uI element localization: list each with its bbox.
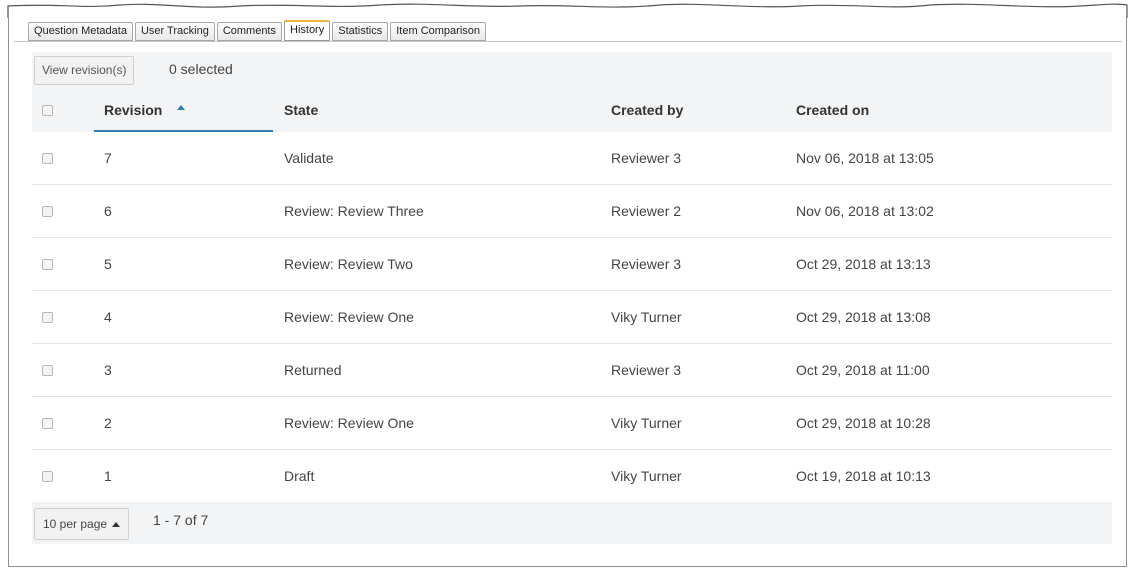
- cell-state: Draft: [284, 468, 315, 484]
- table-row[interactable]: 3 Returned Reviewer 3 Oct 29, 2018 at 11:00: [32, 344, 1112, 397]
- tab-history[interactable]: History: [284, 20, 331, 41]
- history-panel: View revision(s) 0 selected Revision Sta…: [32, 52, 1112, 544]
- table-header: Revision State Created by Created on: [32, 89, 1112, 132]
- table-row[interactable]: 1 Draft Viky Turner Oct 19, 2018 at 10:13: [32, 450, 1112, 503]
- cell-state: Review: Review Three: [284, 203, 424, 219]
- cell-created-by: Reviewer 3: [611, 362, 682, 378]
- pagination-range: 1 - 7 of 7: [153, 512, 209, 528]
- tab-comments[interactable]: Comments: [216, 22, 282, 41]
- row-checkbox[interactable]: [42, 206, 53, 217]
- cell-state: Review: Review One: [284, 309, 414, 325]
- row-checkbox[interactable]: [42, 312, 53, 323]
- cell-created-by: Reviewer 3: [611, 150, 682, 166]
- cell-revision: 6: [104, 203, 112, 219]
- tab-statistics[interactable]: Statistics: [332, 22, 389, 41]
- sort-ascending-icon: [177, 105, 185, 110]
- caret-up-icon: [112, 522, 121, 528]
- cell-created-by: Viky Turner: [611, 309, 682, 325]
- cell-state: Review: Review One: [284, 415, 414, 431]
- cell-created-on: Oct 29, 2018 at 10:28: [796, 415, 931, 431]
- cell-created-on: Nov 06, 2018 at 13:02: [796, 203, 934, 219]
- cell-state: Validate: [284, 150, 334, 166]
- tab-divider: [14, 41, 1122, 42]
- column-header-state[interactable]: State: [284, 89, 318, 132]
- cell-revision: 1: [104, 468, 112, 484]
- cell-created-on: Nov 06, 2018 at 13:05: [796, 150, 934, 166]
- select-all-checkbox[interactable]: [42, 105, 53, 116]
- cell-created-by: Viky Turner: [611, 468, 682, 484]
- tab-user-tracking[interactable]: User Tracking: [134, 22, 215, 41]
- column-header-revision[interactable]: Revision: [104, 89, 162, 132]
- selected-count: 0 selected: [169, 61, 233, 77]
- table-row[interactable]: 5 Review: Review Two Reviewer 3 Oct 29, 201…: [32, 238, 1112, 291]
- column-header-created-on[interactable]: Created on: [796, 89, 869, 132]
- table-row[interactable]: 6 Review: Review Three Reviewer 2 Nov 06, 2…: [32, 185, 1112, 238]
- table-row[interactable]: 2 Review: Review One Viky Turner Oct 29, 20…: [32, 397, 1112, 450]
- cell-created-on: Oct 29, 2018 at 11:00: [796, 362, 930, 378]
- view-revisions-button[interactable]: View revision(s): [34, 56, 135, 85]
- table-toolbar: View revision(s) 0 selected: [32, 52, 1112, 89]
- row-checkbox[interactable]: [42, 471, 53, 482]
- cell-state: Review: Review Two: [284, 256, 413, 272]
- table-footer: 10 per page 1 - 7 of 7: [32, 502, 1112, 544]
- cell-revision: 2: [104, 415, 112, 431]
- cell-created-by: Viky Turner: [611, 415, 682, 431]
- cell-revision: 5: [104, 256, 112, 272]
- column-header-created-by[interactable]: Created by: [611, 89, 683, 132]
- tab-bar: Question Metadata User Tracking Comments…: [28, 20, 487, 41]
- row-checkbox[interactable]: [42, 259, 53, 270]
- row-checkbox[interactable]: [42, 365, 53, 376]
- row-checkbox[interactable]: [42, 153, 53, 164]
- row-checkbox[interactable]: [42, 418, 53, 429]
- cell-created-on: Oct 29, 2018 at 13:08: [796, 309, 931, 325]
- cell-revision: 7: [104, 150, 112, 166]
- cell-created-on: Oct 19, 2018 at 10:13: [796, 468, 931, 484]
- cell-revision: 4: [104, 309, 112, 325]
- cell-state: Returned: [284, 362, 342, 378]
- table-row[interactable]: 4 Review: Review One Viky Turner Oct 29, 20…: [32, 291, 1112, 344]
- per-page-dropdown[interactable]: 10 per page: [34, 508, 130, 540]
- cell-revision: 3: [104, 362, 112, 378]
- tab-question-metadata[interactable]: Question Metadata: [28, 22, 133, 41]
- cell-created-by: Reviewer 2: [611, 203, 682, 219]
- per-page-label: 10 per page: [43, 517, 108, 531]
- tab-item-comparison[interactable]: Item Comparison: [390, 22, 487, 41]
- cell-created-by: Reviewer 3: [611, 256, 682, 272]
- table-row[interactable]: 7 Validate Reviewer 3 Nov 06, 2018 at 13:05: [32, 132, 1112, 185]
- cell-created-on: Oct 29, 2018 at 13:13: [796, 256, 931, 272]
